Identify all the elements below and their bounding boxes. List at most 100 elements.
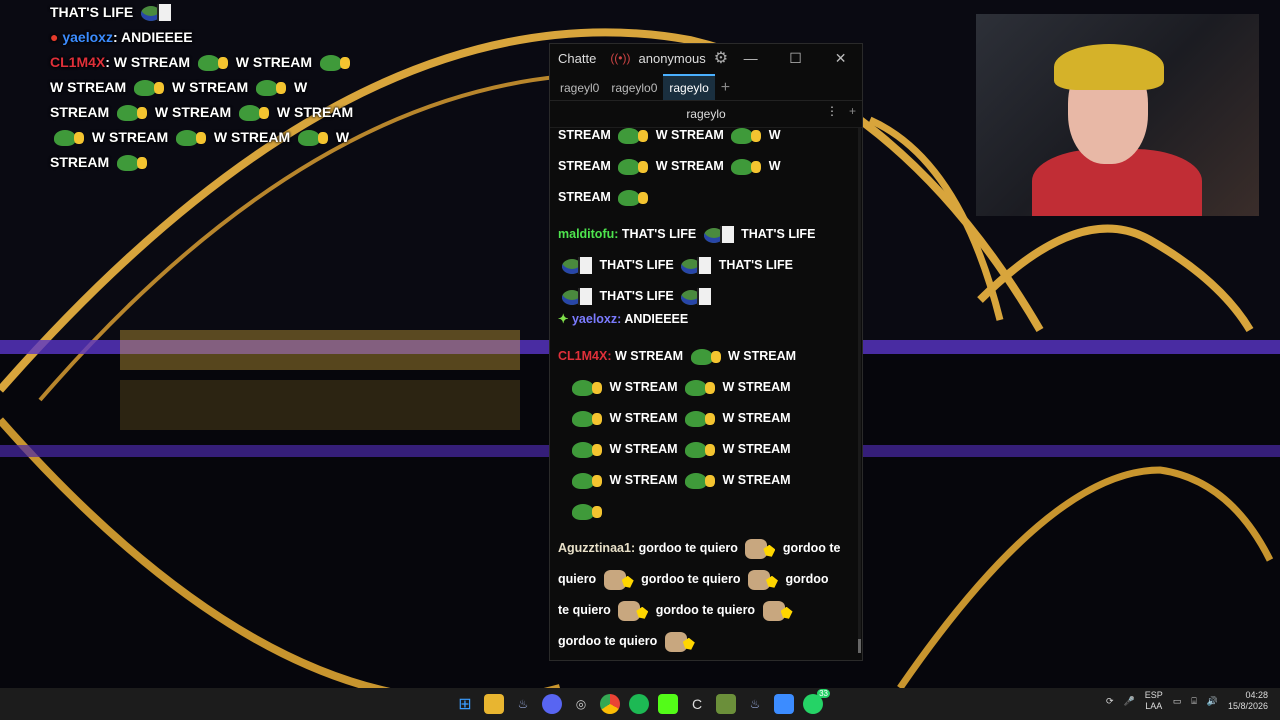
window-titlebar[interactable]: Chatte ((•)) anonymous ⚙ — ☐ ✕ (550, 44, 862, 72)
display-icon[interactable]: ▭ (1173, 696, 1182, 707)
cat-emote-icon[interactable] (745, 538, 775, 559)
chat-username[interactable]: malditofu: (558, 227, 618, 241)
pepe-wave-emote-icon[interactable] (685, 409, 716, 429)
message-text: THAT'S LIFE (718, 258, 793, 272)
pepe-wave-emote-icon (117, 103, 148, 123)
message-text: te quiero (558, 603, 611, 617)
clock[interactable]: 04:28 15/8/2026 (1228, 690, 1268, 712)
overlay-chat-line: STREAM W STREAM W STREAM (50, 100, 370, 125)
system-tray: ⟳ 🎤 ESP LAA ▭ ⌸ 🔊 04:28 15/8/2026 (1106, 690, 1268, 712)
maximize-button[interactable]: ☐ (773, 50, 818, 67)
pepe-thats-life-emote-icon[interactable] (562, 287, 592, 307)
add-tab-plus-icon[interactable]: + (715, 76, 736, 100)
split-channel-name[interactable]: rageylo (686, 107, 725, 121)
message-text: THAT'S LIFE (741, 227, 816, 241)
notepad-icon[interactable] (774, 694, 794, 714)
pepe-wave-emote-icon[interactable] (572, 502, 602, 522)
cat-emote-icon[interactable] (747, 569, 778, 590)
pepe-wave-emote-icon[interactable] (690, 347, 721, 367)
chat-messages[interactable]: STREAM W STREAM W STREAM W STREAM W STRE… (550, 128, 862, 660)
split-header: rageylo ⋮ + (550, 101, 862, 128)
pepe-wave-emote-icon (54, 128, 84, 148)
pepe-thats-life-emote-icon[interactable] (681, 256, 712, 276)
volume-icon[interactable]: 🔊 (1207, 696, 1218, 707)
discord-icon[interactable] (542, 694, 562, 714)
file-explorer-icon[interactable] (484, 694, 504, 714)
message-text: W (768, 128, 781, 142)
pepe-wave-emote-icon[interactable] (618, 157, 649, 177)
pepe-wave-emote-icon[interactable] (731, 128, 762, 146)
cat-emote-icon[interactable] (618, 600, 648, 621)
network-icon[interactable]: ⌸ (1191, 696, 1196, 707)
steam-icon[interactable]: ♨ (513, 694, 533, 714)
overlay-text: : ANDIEEEE (112, 29, 193, 45)
pepe-wave-emote-icon (256, 78, 287, 98)
pepe-wave-emote-icon[interactable] (572, 440, 602, 460)
pepe-wave-emote-icon[interactable] (685, 378, 716, 398)
minecraft-icon[interactable] (716, 694, 736, 714)
windows-start-icon[interactable]: ⊞ (455, 694, 475, 714)
obs-icon[interactable]: ◎ (571, 694, 591, 714)
message-text: W STREAM (722, 380, 791, 394)
notification-badge: 33 (817, 689, 830, 698)
message-text: W STREAM (655, 128, 724, 142)
streamer-mode-icon[interactable]: ((•)) (610, 51, 630, 65)
cat-emote-icon[interactable] (762, 600, 793, 621)
chat-message: STREAM W STREAM W STREAM W STREAM W STRE… (558, 128, 854, 213)
pepe-wave-emote-icon[interactable] (731, 157, 762, 177)
pepe-thats-life-emote-icon[interactable] (703, 225, 734, 245)
cat-emote-icon[interactable] (664, 631, 695, 652)
stream-chat-overlay: THAT'S LIFE ● yaeloxz: ANDIEEEE CL1M4X: … (50, 0, 370, 175)
spotify-icon[interactable] (629, 694, 649, 714)
chat-username[interactable]: yaeloxz: (572, 312, 621, 326)
red-dot-badge-icon: ● (50, 29, 59, 45)
split-menu-kebab-icon[interactable]: ⋮ (826, 104, 838, 118)
message-text: gordoo te quiero (638, 541, 738, 555)
tab-rageylo0[interactable]: rageylo0 (605, 76, 663, 100)
settings-gear-icon[interactable]: ⚙ (714, 48, 728, 68)
pepe-wave-emote-icon[interactable] (572, 378, 602, 398)
language-indicator[interactable]: ESP LAA (1145, 690, 1163, 712)
whatsapp-icon[interactable]: 33 (803, 689, 830, 714)
message-text: THAT'S LIFE (599, 258, 674, 272)
steam-alt-icon[interactable]: ♨ (745, 694, 765, 714)
message-text: W STREAM (722, 473, 791, 487)
sync-icon[interactable]: ⟳ (1106, 696, 1114, 707)
microphone-icon[interactable]: 🎤 (1124, 696, 1135, 707)
pepe-wave-emote-icon (117, 153, 148, 173)
chat-message: CL1M4X: W STREAM W STREAM W STREAM W STR… (558, 341, 854, 527)
chat-message: Aguzztinaa1: gordoo te quiero gordoo te … (558, 533, 854, 657)
add-split-plus-icon[interactable]: + (849, 104, 856, 118)
chat-scrollbar[interactable] (858, 128, 861, 653)
chrome-icon[interactable] (600, 694, 620, 714)
tab-rageylo[interactable]: rageylo (663, 74, 715, 100)
account-switcher[interactable]: anonymous (639, 51, 706, 66)
message-text: W STREAM (722, 442, 791, 456)
chat-username[interactable]: CL1M4X: (558, 349, 612, 363)
pepe-wave-emote-icon[interactable] (572, 409, 602, 429)
pepe-wave-emote-icon[interactable] (685, 471, 716, 491)
message-text: STREAM (558, 128, 611, 142)
scrollbar-thumb[interactable] (858, 639, 861, 653)
cat-emote-icon[interactable] (603, 569, 634, 590)
overlay-chat-line: THAT'S LIFE (50, 0, 370, 25)
minimize-button[interactable]: — (728, 50, 773, 67)
overlay-text: W STREAM (276, 104, 354, 120)
chat-username[interactable]: Aguzztinaa1: (558, 541, 635, 555)
pepe-wave-emote-icon[interactable] (685, 440, 716, 460)
chatterino-icon[interactable]: C (687, 694, 707, 714)
pepe-wave-emote-icon[interactable] (618, 128, 649, 146)
overlay-text: W (294, 79, 308, 95)
pepe-thats-life-emote-icon[interactable] (681, 287, 712, 307)
kick-icon[interactable] (658, 694, 678, 714)
close-button[interactable]: ✕ (818, 50, 863, 67)
message-text: STREAM (558, 159, 611, 173)
message-text: quiero (558, 572, 597, 586)
tab-rageyl0[interactable]: rageyl0 (554, 76, 605, 100)
pepe-thats-life-emote-icon[interactable] (562, 256, 592, 276)
taskbar-apps: ⊞ ♨ ◎ C ♨ 33 (455, 689, 830, 714)
overlay-text: W STREAM (213, 129, 291, 145)
message-text: W STREAM (728, 349, 797, 363)
pepe-wave-emote-icon[interactable] (618, 188, 649, 208)
pepe-wave-emote-icon[interactable] (572, 471, 602, 491)
